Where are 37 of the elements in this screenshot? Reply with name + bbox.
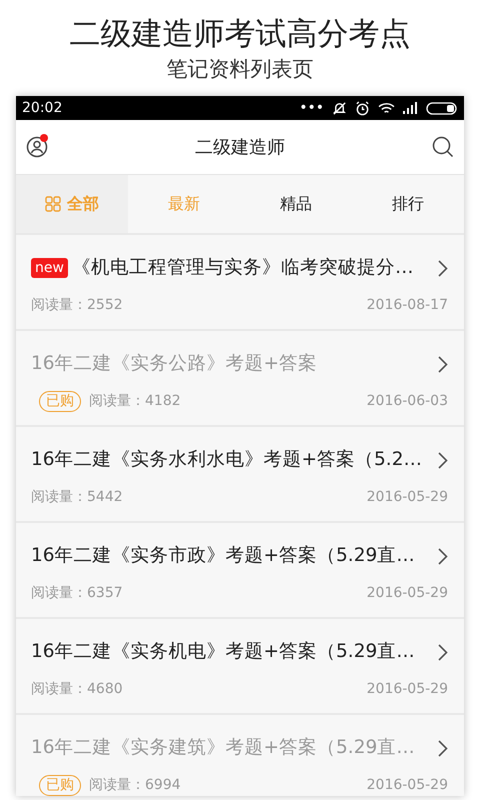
chevron-right-icon[interactable]: [438, 740, 448, 757]
chevron-right-icon[interactable]: [438, 548, 448, 565]
read-count: 阅读量：2552: [31, 296, 123, 316]
chevron-right-icon[interactable]: [438, 452, 448, 469]
mute-bell-icon: [332, 100, 347, 116]
item-title[interactable]: 16年二建《实务水利水电》考题+答案（5.2…: [31, 447, 422, 474]
profile-icon[interactable]: [26, 136, 48, 158]
read-count: 阅读量：5442: [31, 488, 123, 508]
item-title[interactable]: 16年二建《实务市政》考题+答案（5.29直…: [31, 543, 415, 570]
header-title: 二级建造师: [195, 136, 285, 160]
item-title[interactable]: 16年二建《实务机电》考题+答案（5.29直…: [31, 639, 415, 666]
item-date: 2016-06-03: [366, 392, 448, 412]
battery-icon: [426, 102, 458, 115]
item-date: 2016-05-29: [366, 488, 448, 508]
wifi-icon: [378, 102, 395, 115]
purchased-badge: 已购: [39, 391, 81, 412]
read-count: 阅读量：4680: [31, 680, 123, 700]
read-count: 阅读量：6994: [89, 776, 181, 796]
item-date: 2016-05-29: [366, 776, 448, 796]
chevron-right-icon[interactable]: [438, 356, 448, 373]
status-time: 20:02: [22, 98, 62, 118]
search-icon[interactable]: [432, 136, 454, 158]
item-date: 2016-08-17: [366, 296, 448, 316]
chevron-right-icon[interactable]: [438, 260, 448, 277]
chevron-right-icon[interactable]: [438, 644, 448, 661]
signal-icon: [403, 102, 418, 114]
read-count: 阅读量：6357: [31, 584, 123, 604]
purchased-badge: 已购: [39, 775, 81, 796]
promo-title: 二级建造师考试高分考点: [68, 16, 412, 54]
alarm-icon: [355, 100, 370, 116]
status-dots: •••: [299, 98, 324, 118]
new-badge: new: [31, 258, 68, 278]
item-date: 2016-05-29: [366, 584, 448, 604]
item-title[interactable]: 《机电工程管理与实务》临考突破提分…: [72, 255, 414, 282]
item-date: 2016-05-29: [366, 680, 448, 700]
read-count: 阅读量：4182: [89, 392, 181, 412]
promo-subtitle: 笔记资料列表页: [166, 57, 314, 82]
